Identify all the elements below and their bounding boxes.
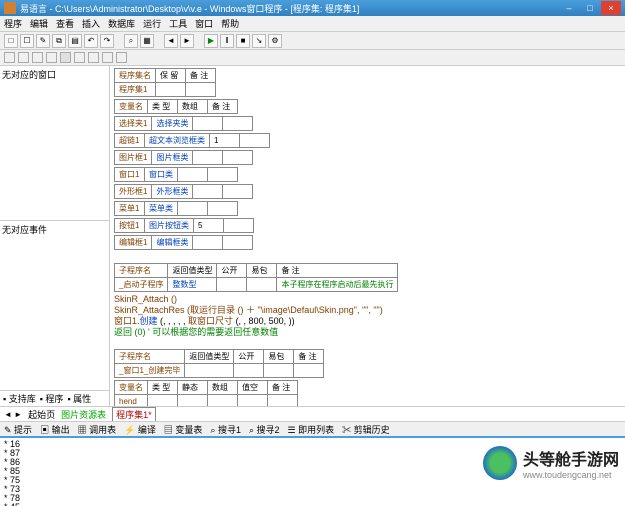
find-icon[interactable]: ⌕ bbox=[124, 34, 138, 48]
menubar: 程序 编辑 查看 插入 数据库 运行 工具 窗口 帮助 bbox=[0, 16, 625, 32]
footer-search2[interactable]: ⌕ 搜寻2 bbox=[249, 423, 280, 436]
footer-list[interactable]: ☰ 即用列表 bbox=[288, 423, 335, 436]
menu-database[interactable]: 数据库 bbox=[108, 17, 135, 30]
left-tabs: ▪ 支持库 ▪ 程序 ▪ 属性 bbox=[0, 390, 109, 406]
shape-button[interactable] bbox=[88, 52, 99, 63]
tab-props[interactable]: ▪ 属性 bbox=[67, 392, 91, 405]
watermark: 头等舱手游网 www.toudengcang.net bbox=[483, 446, 619, 480]
shape-button[interactable] bbox=[18, 52, 29, 63]
tree-events[interactable]: 无对应事件 bbox=[0, 221, 109, 390]
watermark-title: 头等舱手游网 bbox=[523, 446, 619, 470]
toolbar-main: □ ☐ ✎ ⧉ ▤ ↶ ↷ ⌕ ▦ ◄ ► ▶ ‖ ■ ↘ ⚙ bbox=[0, 32, 625, 50]
maximize-button[interactable]: □ bbox=[580, 1, 600, 15]
vars-table: 变量名类 型数组备 注 bbox=[114, 99, 238, 114]
titlebar: 易语言 - C:\Users\Administrator\Desktop\v\v… bbox=[0, 0, 625, 16]
shape-button[interactable] bbox=[32, 52, 43, 63]
paste-icon[interactable]: ▤ bbox=[68, 34, 82, 48]
tree-item[interactable]: 无对应事件 bbox=[2, 223, 107, 236]
code-editor[interactable]: 程序集名保 留备 注 程序集1 变量名类 型数组备 注 选择夹1选择夹类超链1超… bbox=[110, 66, 625, 406]
footer-search1[interactable]: ⌕ 搜寻1 bbox=[210, 423, 241, 436]
program-set-table: 程序集名保 留备 注 程序集1 bbox=[114, 68, 216, 97]
redo-icon[interactable]: ↷ bbox=[100, 34, 114, 48]
shape-button[interactable] bbox=[102, 52, 113, 63]
stop-icon[interactable]: ■ bbox=[236, 34, 250, 48]
next-icon[interactable]: ► bbox=[180, 34, 194, 48]
menu-help[interactable]: 帮助 bbox=[221, 17, 239, 30]
open-icon[interactable]: ☐ bbox=[20, 34, 34, 48]
footer-output[interactable]: ▣ 输出 bbox=[40, 423, 70, 436]
app-icon bbox=[4, 2, 16, 14]
menu-run[interactable]: 运行 bbox=[143, 17, 161, 30]
shape-button[interactable] bbox=[74, 52, 85, 63]
new-icon[interactable]: □ bbox=[4, 34, 18, 48]
sub1-table: 子程序名返回值类型公开易包备 注 _启动子程序整数型本子程序在程序启动后最先执行 bbox=[114, 263, 398, 292]
footer-tip[interactable]: ✎ 提示 bbox=[4, 423, 32, 436]
copy-icon[interactable]: ⧉ bbox=[52, 34, 66, 48]
footer-tabs: ✎ 提示 ▣ 输出 ▦ 调用表 ⚡ 编译 ▤ 变量表 ⌕ 搜寻1 ⌕ 搜寻2 ☰… bbox=[0, 421, 625, 436]
minimize-button[interactable]: – bbox=[559, 1, 579, 15]
step-icon[interactable]: ↘ bbox=[252, 34, 266, 48]
toolbar-shapes bbox=[0, 50, 625, 66]
shape-button[interactable] bbox=[60, 52, 71, 63]
watermark-logo-icon bbox=[483, 446, 517, 480]
footer-call[interactable]: ▦ 调用表 bbox=[78, 423, 117, 436]
local-vars-table: 变量名类 型静态数组值空备 注 hend bbox=[114, 380, 298, 406]
tab-support[interactable]: ▪ 支持库 bbox=[3, 392, 36, 405]
shape-button[interactable] bbox=[116, 52, 127, 63]
close-button[interactable]: × bbox=[601, 1, 621, 15]
tab-program[interactable]: ▪ 程序 bbox=[40, 392, 64, 405]
tab-programset[interactable]: 程序集1* bbox=[112, 407, 156, 421]
menu-tools[interactable]: 工具 bbox=[169, 17, 187, 30]
window-title: 易语言 - C:\Users\Administrator\Desktop\v\v… bbox=[20, 2, 558, 15]
menu-program[interactable]: 程序 bbox=[4, 17, 22, 30]
footer-vars[interactable]: ▤ 变量表 bbox=[164, 423, 203, 436]
sub2-table: 子程序名返回值类型公开易包备 注 _窗口1_创建完毕 bbox=[114, 349, 324, 378]
pause-icon[interactable]: ‖ bbox=[220, 34, 234, 48]
tree-item[interactable]: 无对应的窗口 bbox=[2, 68, 107, 81]
run-icon[interactable]: ▶ bbox=[204, 34, 218, 48]
left-panel: 无对应的窗口 无对应事件 ▪ 支持库 ▪ 程序 ▪ 属性 bbox=[0, 66, 110, 406]
menu-window[interactable]: 窗口 bbox=[195, 17, 213, 30]
footer-clip[interactable]: ✂ 剪辑历史 bbox=[342, 423, 390, 436]
editor-tabs: ◄ ► 起始页 图片资源表 程序集1* bbox=[0, 406, 625, 421]
tree-windows[interactable]: 无对应的窗口 bbox=[0, 66, 109, 221]
menu-edit[interactable]: 编辑 bbox=[30, 17, 48, 30]
shape-button[interactable] bbox=[46, 52, 57, 63]
tab-start[interactable]: 起始页 bbox=[28, 408, 55, 421]
save-icon[interactable]: ✎ bbox=[36, 34, 50, 48]
menu-insert[interactable]: 插入 bbox=[82, 17, 100, 30]
table-icon[interactable]: ▦ bbox=[140, 34, 154, 48]
footer-compile[interactable]: ⚡ 编译 bbox=[124, 423, 156, 436]
undo-icon[interactable]: ↶ bbox=[84, 34, 98, 48]
tab-res[interactable]: 图片资源表 bbox=[61, 408, 106, 421]
shape-button[interactable] bbox=[4, 52, 15, 63]
compile-icon[interactable]: ⚙ bbox=[268, 34, 282, 48]
menu-view[interactable]: 查看 bbox=[56, 17, 74, 30]
watermark-url: www.toudengcang.net bbox=[523, 470, 619, 480]
prev-icon[interactable]: ◄ bbox=[164, 34, 178, 48]
